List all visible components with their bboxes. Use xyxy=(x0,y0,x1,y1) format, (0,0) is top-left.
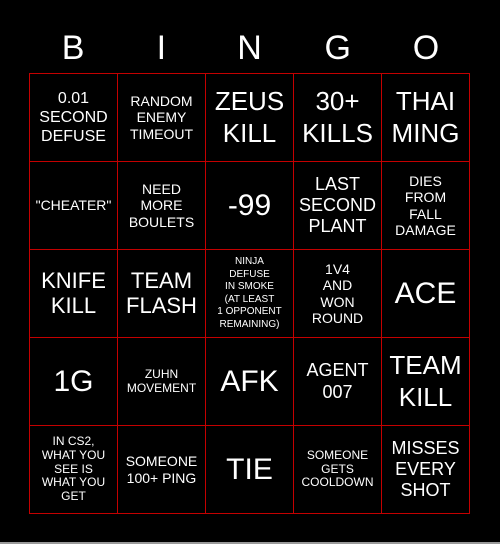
bingo-cell-r3-c5[interactable]: ACE xyxy=(382,250,470,338)
bingo-cell-r1-c3[interactable]: ZEUS KILL xyxy=(206,74,294,162)
bingo-cell-r1-c4[interactable]: 30+ KILLS xyxy=(294,74,382,162)
bingo-cell-r5-c5[interactable]: MISSES EVERY SHOT xyxy=(382,426,470,514)
bingo-cell-r4-c4[interactable]: AGENT 007 xyxy=(294,338,382,426)
header-letter-n: N xyxy=(237,29,262,67)
bingo-cell-r1-c1[interactable]: 0.01 SECOND DEFUSE xyxy=(30,74,118,162)
bingo-cell-r2-c3[interactable]: -99 xyxy=(206,162,294,250)
bingo-cell-r2-c4[interactable]: LAST SECOND PLANT xyxy=(294,162,382,250)
header-letter-o: O xyxy=(412,29,440,67)
bingo-cell-r5-c3[interactable]: TIE xyxy=(206,426,294,514)
bingo-cell-r4-c3[interactable]: AFK xyxy=(206,338,294,426)
bingo-cell-r3-c4[interactable]: 1V4 AND WON ROUND xyxy=(294,250,382,338)
bingo-card-grid: 0.01 SECOND DEFUSE RANDOM ENEMY TIMEOUT … xyxy=(29,73,470,514)
bingo-cell-r4-c1[interactable]: 1G xyxy=(30,338,118,426)
header-letter-b: B xyxy=(61,29,85,67)
bingo-cell-r3-c2[interactable]: TEAM FLASH xyxy=(118,250,206,338)
bingo-header: B I N G O xyxy=(29,26,470,70)
bingo-cell-r2-c5[interactable]: DIES FROM FALL DAMAGE xyxy=(382,162,470,250)
bingo-cell-r1-c5[interactable]: THAI MING xyxy=(382,74,470,162)
bingo-cell-r4-c2[interactable]: ZUHN MOVEMENT xyxy=(118,338,206,426)
header-letter-i: I xyxy=(156,29,167,67)
bingo-cell-r1-c2[interactable]: RANDOM ENEMY TIMEOUT xyxy=(118,74,206,162)
bingo-cell-r2-c2[interactable]: NEED MORE BOULETS xyxy=(118,162,206,250)
bingo-cell-r5-c1[interactable]: IN CS2, WHAT YOU SEE IS WHAT YOU GET xyxy=(30,426,118,514)
bingo-cell-r3-c1[interactable]: KNIFE KILL xyxy=(30,250,118,338)
header-letter-g: G xyxy=(324,29,351,67)
bingo-cell-r4-c5[interactable]: TEAM KILL xyxy=(382,338,470,426)
bingo-cell-r3-c3[interactable]: NINJA DEFUSE IN SMOKE (AT LEAST 1 OPPONE… xyxy=(206,250,294,338)
bingo-cell-r5-c2[interactable]: SOMEONE 100+ PING xyxy=(118,426,206,514)
bingo-cell-r5-c4[interactable]: SOMEONE GETS COOLDOWN xyxy=(294,426,382,514)
bingo-cell-r2-c1[interactable]: "CHEATER" xyxy=(30,162,118,250)
